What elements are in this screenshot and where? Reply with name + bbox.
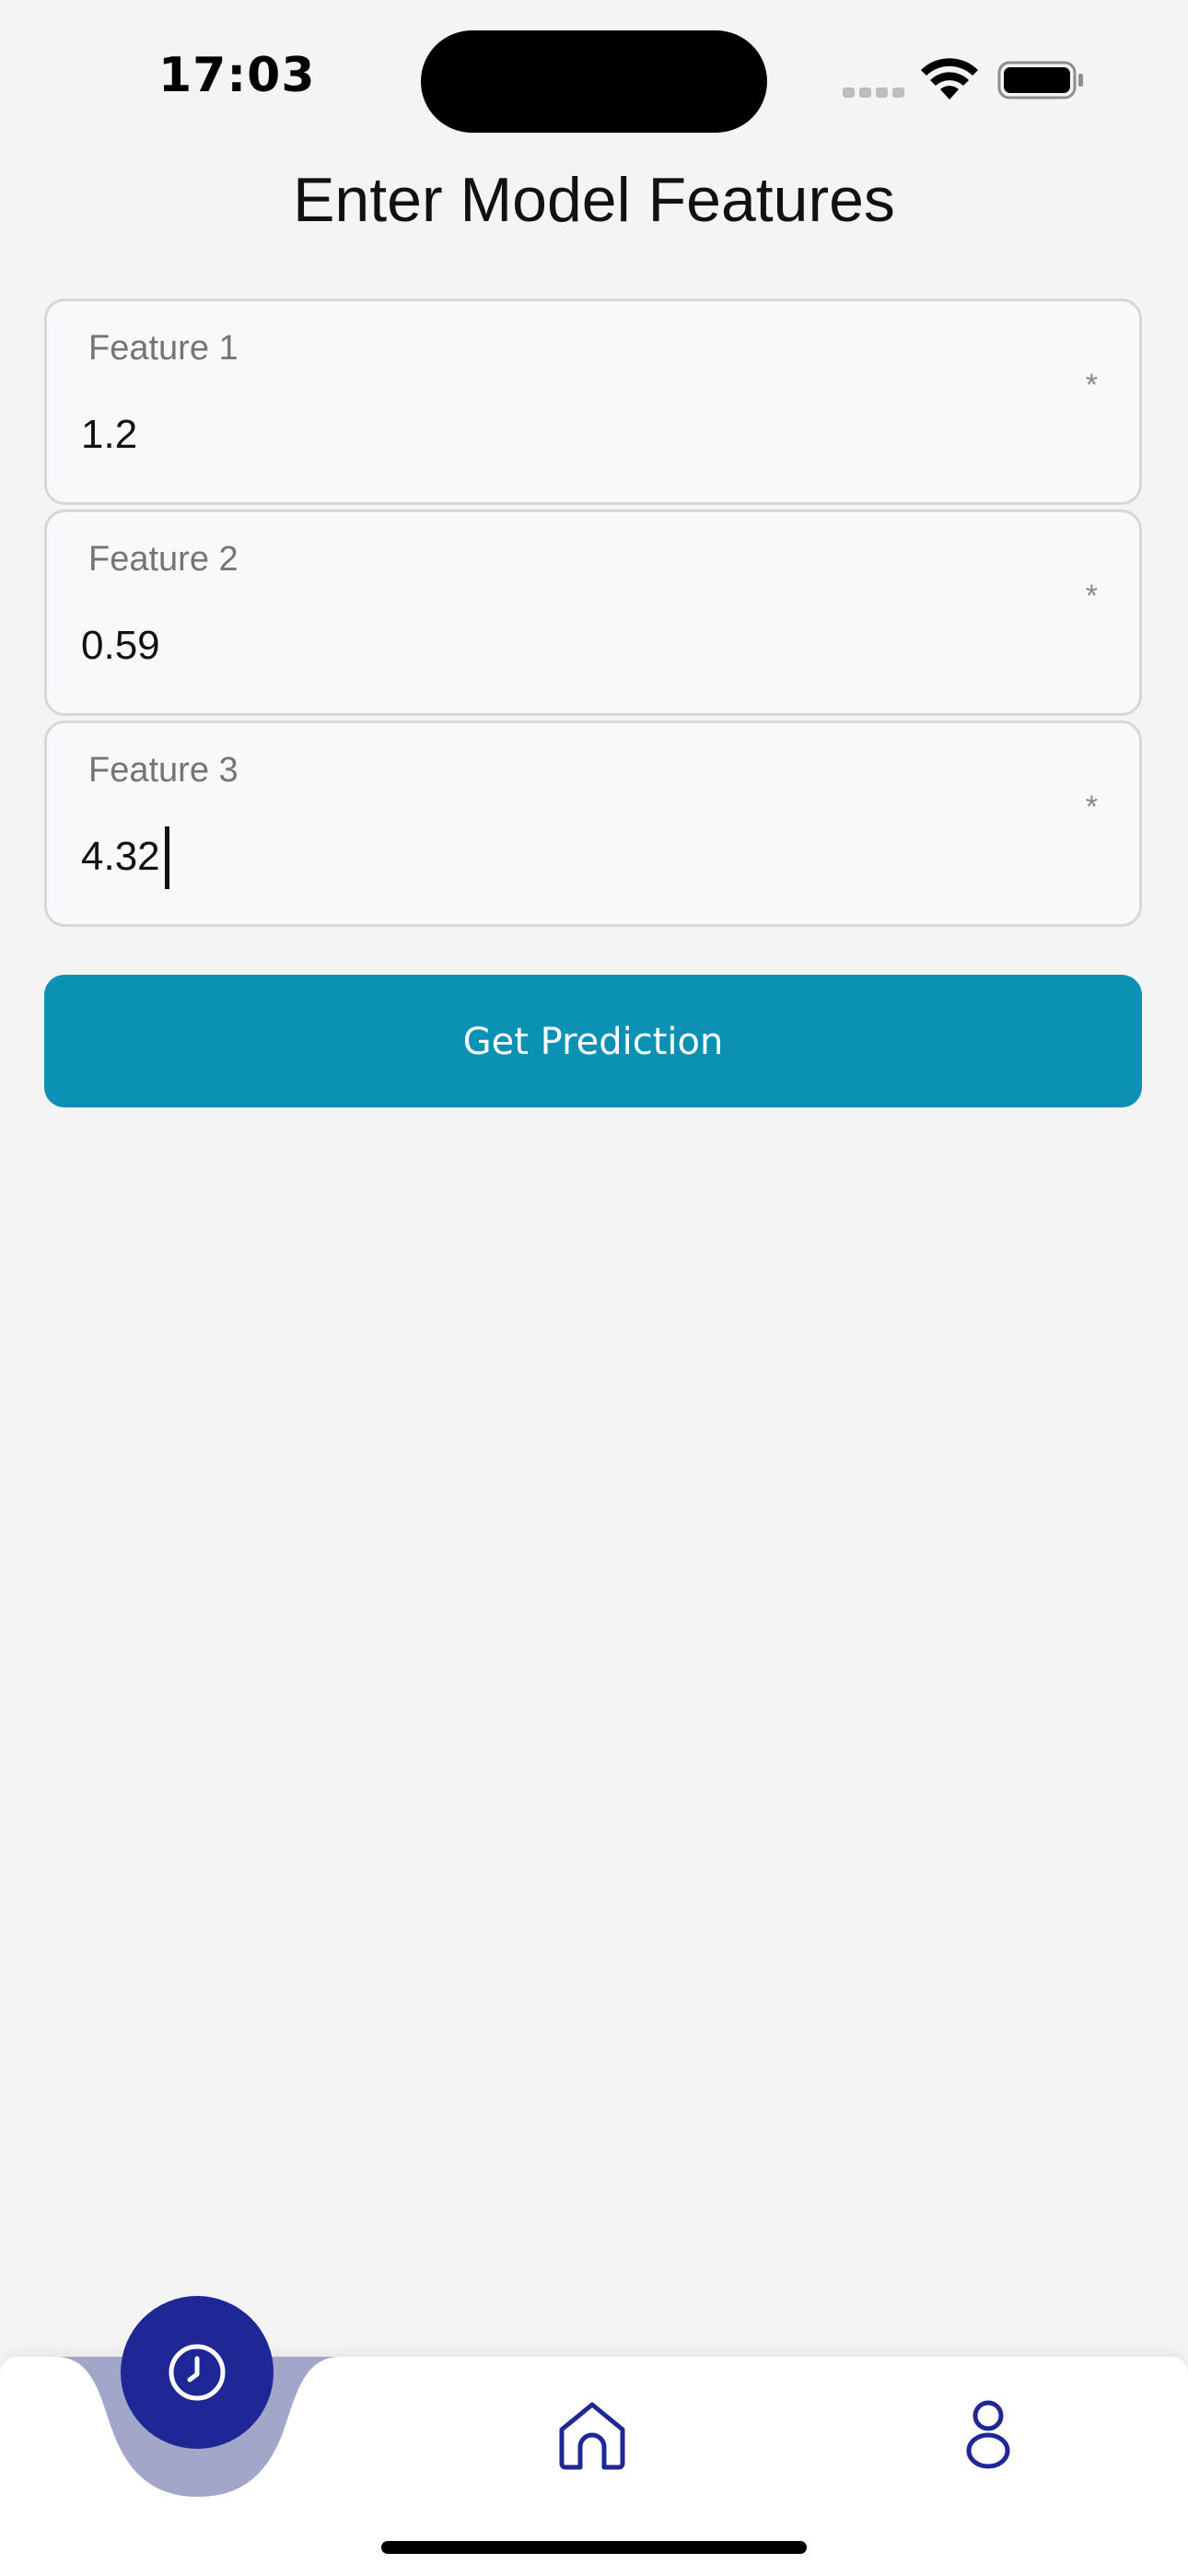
feature-3-input[interactable]: [81, 825, 1002, 889]
field-label: Feature 3: [88, 751, 239, 790]
status-bar: 17:03: [0, 0, 1188, 166]
required-mark: *: [1085, 790, 1098, 825]
user-icon[interactable]: [965, 2399, 1011, 2469]
dynamic-island: [421, 30, 767, 133]
required-mark: *: [1085, 368, 1098, 403]
required-mark: *: [1085, 579, 1098, 614]
feature-2-field[interactable]: Feature 2 *: [44, 509, 1142, 716]
clock-icon: [169, 2344, 226, 2401]
status-time: 17:03: [158, 48, 316, 103]
field-label: Feature 2: [88, 540, 239, 579]
feature-1-input[interactable]: [81, 403, 1002, 467]
feature-2-input[interactable]: [81, 614, 1002, 678]
wifi-icon: [921, 58, 978, 100]
battery-icon: [997, 61, 1083, 100]
cellular-signal-icon: [843, 86, 909, 102]
home-indicator: [381, 2541, 807, 2554]
text-caret: [165, 826, 169, 889]
feature-1-field[interactable]: Feature 1 *: [44, 299, 1142, 505]
feature-3-field[interactable]: Feature 3 *: [44, 720, 1142, 927]
get-prediction-button[interactable]: Get Prediction: [44, 975, 1142, 1107]
field-label: Feature 1: [88, 329, 239, 368]
tab-history[interactable]: [121, 2296, 274, 2449]
page-title: Enter Model Features: [293, 165, 895, 235]
home-icon[interactable]: [556, 2399, 628, 2471]
